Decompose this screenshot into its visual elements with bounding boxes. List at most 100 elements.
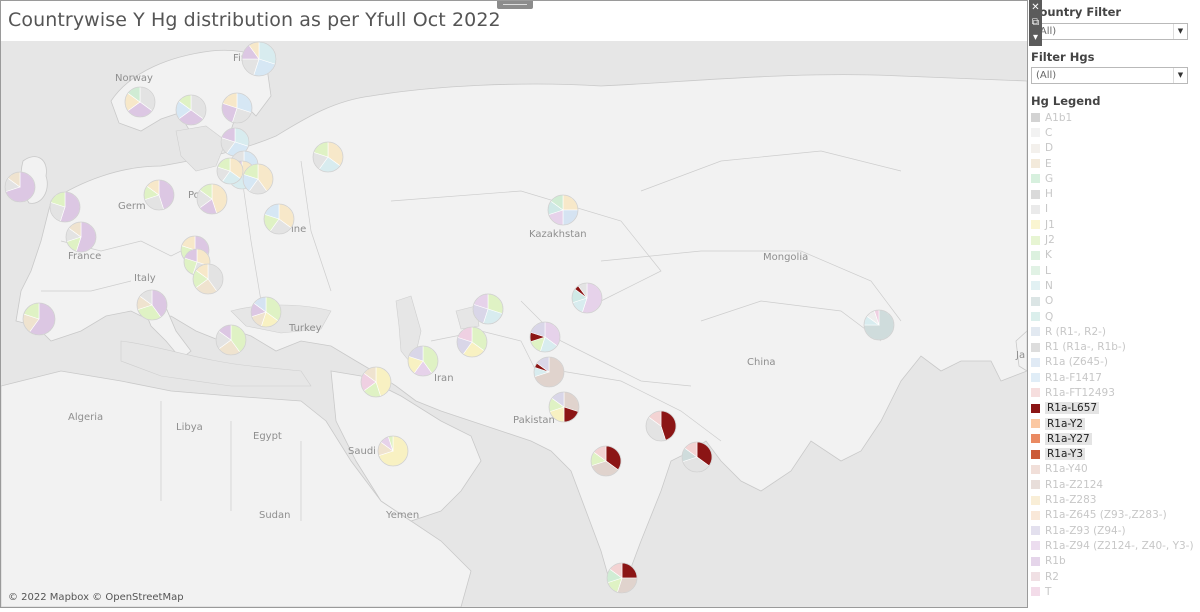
- legend-swatch: [1031, 296, 1040, 306]
- pie-china-northeast[interactable]: [863, 309, 895, 341]
- legend-item[interactable]: L: [1031, 263, 1196, 278]
- pie-tajikistan[interactable]: [529, 321, 561, 353]
- chevron-down-icon[interactable]: ▼: [1173, 68, 1187, 83]
- pie-sweden[interactable]: [175, 94, 207, 126]
- drag-handle[interactable]: [497, 1, 533, 9]
- legend-item[interactable]: A1b1: [1031, 110, 1196, 125]
- legend-swatch: [1031, 419, 1040, 429]
- legend-swatch: [1031, 342, 1040, 352]
- pie-sweden-east[interactable]: [221, 92, 253, 124]
- legend-item[interactable]: R1a-F1417: [1031, 370, 1196, 385]
- legend-item[interactable]: R1a-Y27: [1031, 431, 1196, 446]
- pie-netherlands[interactable]: [49, 191, 81, 223]
- legend-swatch: [1031, 113, 1040, 123]
- pie-kyrgyzstan[interactable]: [571, 282, 603, 314]
- map-canvas[interactable]: NorwayFinGermPoFranceItalyTurkeyKazakhst…: [1, 41, 1027, 607]
- legend-item[interactable]: E: [1031, 156, 1196, 171]
- map-attribution[interactable]: © 2022 Mapbox © OpenStreetMap: [8, 592, 184, 603]
- pie-norway[interactable]: [124, 86, 156, 118]
- legend-item[interactable]: G: [1031, 171, 1196, 186]
- legend-swatch: [1031, 449, 1040, 459]
- legend-swatch: [1031, 388, 1040, 398]
- view-controls: ✕ ⧉ ▾: [1029, 0, 1042, 46]
- legend-item[interactable]: R1a-Y2: [1031, 416, 1196, 431]
- legend-item[interactable]: J1: [1031, 217, 1196, 232]
- menu-arrow-icon[interactable]: ▾: [1029, 30, 1042, 45]
- pie-iran[interactable]: [456, 326, 488, 358]
- pie-ukraine[interactable]: [263, 203, 295, 235]
- pie-britain[interactable]: [4, 171, 36, 203]
- pie-italy[interactable]: [136, 289, 168, 321]
- pie-iraq[interactable]: [360, 366, 392, 398]
- pie-pakistan[interactable]: [548, 391, 580, 423]
- legend-label: R1a-F1417: [1045, 371, 1102, 384]
- place-label: Italy: [134, 273, 156, 284]
- legend-item[interactable]: T: [1031, 584, 1196, 599]
- legend-item[interactable]: Q: [1031, 309, 1196, 324]
- pie-bangladesh[interactable]: [681, 441, 713, 473]
- pie-caucasus[interactable]: [407, 345, 439, 377]
- pie-saudi[interactable]: [377, 435, 409, 467]
- legend-item[interactable]: R1a-Z94 (Z2124-, Z40-, Y3-): [1031, 538, 1196, 553]
- legend-label: J2: [1045, 234, 1055, 247]
- pie-uzbekistan[interactable]: [472, 293, 504, 325]
- place-label: Saudi: [348, 446, 376, 457]
- legend-item[interactable]: H: [1031, 186, 1196, 201]
- close-icon[interactable]: ✕: [1029, 0, 1042, 15]
- legend-item[interactable]: R1a-Z645 (Z93-,Z283-): [1031, 508, 1196, 523]
- pie-poland[interactable]: [196, 183, 228, 215]
- place-label: Iran: [434, 373, 454, 384]
- legend-item[interactable]: I: [1031, 202, 1196, 217]
- pie-france[interactable]: [65, 221, 97, 253]
- pie-russia-west[interactable]: [312, 141, 344, 173]
- legend-item[interactable]: O: [1031, 294, 1196, 309]
- legend-item[interactable]: D: [1031, 141, 1196, 156]
- place-label: Sudan: [259, 510, 291, 521]
- pie-germany[interactable]: [143, 179, 175, 211]
- legend-item[interactable]: C: [1031, 125, 1196, 140]
- legend-label: C: [1045, 126, 1053, 139]
- legend-swatch: [1031, 572, 1040, 582]
- pie-south-india[interactable]: [606, 562, 638, 594]
- legend-label: R2: [1045, 570, 1059, 583]
- legend-swatch: [1031, 312, 1040, 321]
- legend-item[interactable]: K: [1031, 248, 1196, 263]
- pie-kazakhstan[interactable]: [547, 194, 579, 226]
- legend-item[interactable]: R1 (R1a-, R1b-): [1031, 339, 1196, 354]
- map-area[interactable]: Norway Fin Germ Po France Italy Turkey Kazakhst…: [1, 41, 1027, 607]
- legend-label: R (R1-, R2-): [1045, 325, 1107, 338]
- pie-belarus[interactable]: [242, 163, 274, 195]
- legend-item[interactable]: R1a-Z2124: [1031, 477, 1196, 492]
- pie-greece[interactable]: [215, 324, 247, 356]
- legend-item[interactable]: R (R1-, R2-): [1031, 324, 1196, 339]
- legend-swatch: [1031, 434, 1040, 444]
- legend-item[interactable]: R1a (Z645-): [1031, 355, 1196, 370]
- legend-item[interactable]: R1a-Z93 (Z94-): [1031, 523, 1196, 538]
- place-label: Kazakhstan: [529, 229, 587, 240]
- pie-afghanistan[interactable]: [533, 356, 565, 388]
- legend-label: L: [1045, 264, 1051, 277]
- legend-label: R1a-Y3: [1045, 448, 1086, 461]
- place-label: France: [68, 251, 101, 262]
- legend-item[interactable]: R1b: [1031, 554, 1196, 569]
- pie-serbia[interactable]: [192, 263, 224, 295]
- pie-spain[interactable]: [22, 302, 56, 336]
- legend-item[interactable]: R1a-FT12493: [1031, 385, 1196, 400]
- pie-russia-central[interactable]: [216, 157, 244, 185]
- legend-item[interactable]: R1a-Z283: [1031, 492, 1196, 507]
- pie-turkey[interactable]: [250, 296, 282, 328]
- pie-north-india[interactable]: [645, 410, 677, 442]
- legend-item[interactable]: R1a-Y3: [1031, 447, 1196, 462]
- legend-item[interactable]: N: [1031, 278, 1196, 293]
- pie-finland[interactable]: [241, 41, 277, 77]
- legend-item[interactable]: R1a-Y40: [1031, 462, 1196, 477]
- country-filter-dropdown[interactable]: (All) ▼: [1031, 23, 1188, 40]
- hg-filter-dropdown[interactable]: (All) ▼: [1031, 67, 1188, 84]
- pie-west-india[interactable]: [590, 445, 622, 477]
- legend-item[interactable]: R2: [1031, 569, 1196, 584]
- legend-label: D: [1045, 142, 1054, 155]
- chevron-down-icon[interactable]: ▼: [1173, 24, 1187, 39]
- legend-item[interactable]: R1a-L657: [1031, 401, 1196, 416]
- pop-out-icon[interactable]: ⧉: [1029, 15, 1042, 30]
- legend-item[interactable]: J2: [1031, 232, 1196, 247]
